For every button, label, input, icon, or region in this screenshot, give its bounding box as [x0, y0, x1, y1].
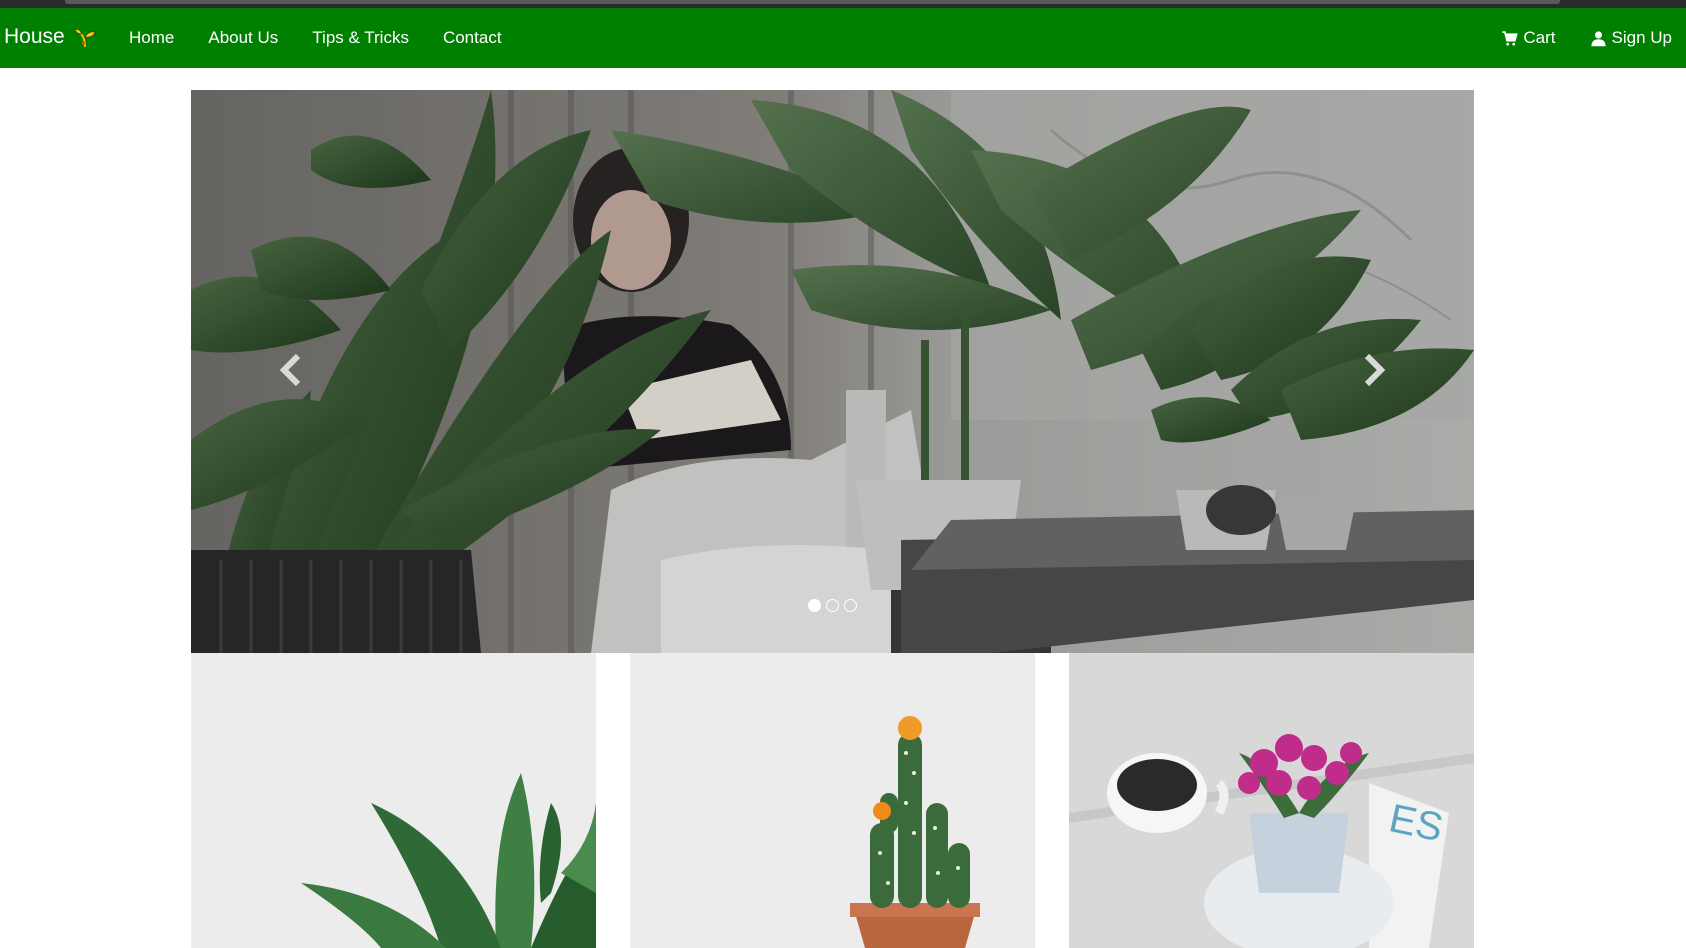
hero-carousel[interactable] — [191, 90, 1474, 653]
gallery-card-succulent[interactable] — [191, 653, 596, 948]
nav-home[interactable]: Home — [129, 28, 174, 48]
scroll-strip — [65, 0, 1560, 4]
carousel-indicator-2[interactable] — [826, 599, 839, 612]
carousel-prev-button[interactable] — [261, 340, 321, 400]
carousel-indicator-3[interactable] — [844, 599, 857, 612]
carousel-indicator-1[interactable] — [808, 599, 821, 612]
gallery-card-flowers[interactable]: ES — [1069, 653, 1474, 948]
brand-logo[interactable]: House — [4, 25, 97, 49]
browser-top-strip — [0, 0, 1686, 8]
cart-icon — [1502, 30, 1519, 46]
carousel-next-button[interactable] — [1344, 340, 1404, 400]
brand-name: House — [4, 25, 65, 48]
carousel-indicators — [191, 599, 1474, 612]
chevron-left-icon — [279, 353, 301, 387]
nav-about-us[interactable]: About Us — [208, 28, 278, 48]
flowers-image: ES — [1069, 653, 1474, 948]
carousel-slide-image — [191, 90, 1474, 653]
user-icon — [1590, 30, 1606, 46]
nav-tips-tricks[interactable]: Tips & Tricks — [312, 28, 409, 48]
sprout-icon — [74, 28, 96, 48]
succulent-image — [191, 653, 596, 948]
cart-link[interactable]: Cart — [1501, 28, 1556, 48]
navbar: House Home About Us Tips & Tricks Contac… — [0, 8, 1686, 68]
sign-up-link[interactable]: Sign Up — [1590, 28, 1672, 48]
chevron-right-icon — [1364, 353, 1386, 387]
nav-contact[interactable]: Contact — [443, 28, 502, 48]
gallery-card-cactus[interactable] — [630, 653, 1035, 948]
cactus-image — [630, 653, 1035, 948]
sign-up-label: Sign Up — [1611, 28, 1672, 47]
cart-label: Cart — [1523, 28, 1556, 47]
